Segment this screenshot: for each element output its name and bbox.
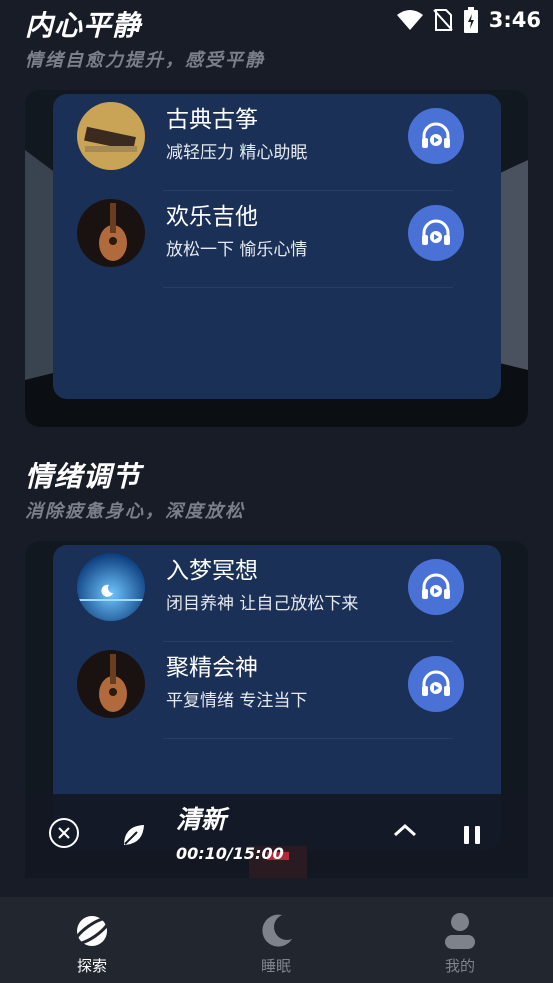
player-time: 00:10/15:00 [176,844,284,863]
section-subtitle: 消除疲惫身心，深度放松 [25,501,245,522]
play-headphone-button[interactable] [408,205,464,261]
guzheng-thumbnail [77,102,145,170]
battery-icon [463,7,478,33]
tab-label: 睡眠 [260,957,291,975]
track-item[interactable]: 古典古筝 减轻压力 精心助眠 [53,94,501,191]
track-name: 古典古筝 [166,107,258,133]
tab-label: 我的 [444,957,475,975]
track-name: 聚精会神 [166,655,258,681]
close-icon [58,827,70,839]
track-panel: 古典古筝 减轻压力 精心助眠 欢乐吉他 放松一下 愉乐心情 [53,94,501,399]
divider [163,287,453,288]
track-description: 减轻压力 精心助眠 [166,143,308,163]
track-item[interactable]: 聚精会神 平复情绪 专注当下 [53,642,501,739]
track-description: 平复情绪 专注当下 [166,691,308,711]
wifi-icon [396,10,423,30]
track-name: 入梦冥想 [166,558,258,584]
tab-label: 探索 [76,957,107,975]
tab-sleep[interactable]: 睡眠 [184,897,368,983]
pause-icon[interactable] [461,824,483,846]
close-button[interactable] [49,818,79,848]
headphone-play-icon [422,122,450,148]
section-title: 情绪调节 [25,460,142,493]
headphone-play-icon [422,670,450,696]
track-description: 放松一下 愉乐心情 [166,240,308,260]
status-icons: 3:46 [396,6,541,34]
track-name: 欢乐吉他 [166,204,258,230]
leaf-icon [124,825,144,845]
headphone-play-icon [422,219,450,245]
divider [163,738,453,739]
planet-icon [73,916,111,946]
bottom-tab-bar: 探索 睡眠 我的 [0,897,553,983]
moon-lake-thumbnail [77,553,145,621]
mini-player: 清新 00:10/15:00 [25,794,528,878]
tab-profile[interactable]: 我的 [368,897,552,983]
guitar-thumbnail [77,650,145,718]
status-time: 3:46 [488,8,541,32]
no-sim-icon [433,9,453,31]
person-icon [445,913,475,949]
section-title: 内心平静 [25,9,142,42]
play-headphone-button[interactable] [408,108,464,164]
guitar-thumbnail [77,199,145,267]
section-subtitle: 情绪自愈力提升，感受平静 [25,50,265,71]
track-item[interactable]: 入梦冥想 闭目养神 让自己放松下来 [53,545,501,642]
chevron-up-icon[interactable] [393,822,417,838]
track-item[interactable]: 欢乐吉他 放松一下 愉乐心情 [53,191,501,288]
player-title: 清新 [176,805,227,834]
tab-explore[interactable]: 探索 [0,897,184,983]
play-headphone-button[interactable] [408,559,464,615]
headphone-play-icon [422,573,450,599]
moon-icon [262,914,292,947]
play-headphone-button[interactable] [408,656,464,712]
track-description: 闭目养神 让自己放松下来 [166,594,359,614]
